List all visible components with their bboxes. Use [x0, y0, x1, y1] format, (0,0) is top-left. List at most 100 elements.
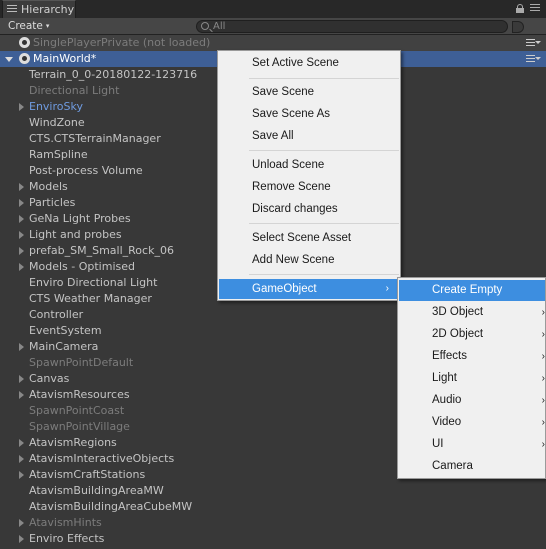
hierarchy-item-label: AtavismInteractiveObjects	[29, 452, 175, 465]
menu-item-save-scene[interactable]: Save Scene	[219, 82, 399, 102]
tab-hierarchy-label: Hierarchy	[21, 3, 75, 16]
tab-hierarchy[interactable]: Hierarchy	[2, 0, 76, 18]
menu-item-unload-scene[interactable]: Unload Scene	[219, 155, 399, 175]
menu-item-label: Discard changes	[252, 203, 338, 215]
scene-options-icon[interactable]	[526, 39, 541, 47]
foldout-arrow-icon[interactable]	[19, 439, 24, 447]
create-button-label: Create	[8, 20, 43, 32]
chevron-down-icon: ▾	[45, 22, 50, 30]
hierarchy-item-label: RamSpline	[29, 148, 88, 161]
menu-separator	[249, 223, 399, 224]
hierarchy-item-label: AtavismRegions	[29, 436, 117, 449]
submenu-item-label: UI	[432, 438, 444, 450]
foldout-arrow-icon[interactable]	[19, 183, 24, 191]
hierarchy-item[interactable]: AtavismHints	[0, 515, 546, 531]
foldout-arrow-icon[interactable]	[19, 471, 24, 479]
submenu-item-2d-object[interactable]: 2D Object ›	[399, 324, 545, 345]
submenu-item-label: Video	[432, 416, 462, 428]
foldout-arrow-icon[interactable]	[19, 375, 24, 383]
search-clear-button[interactable]	[512, 21, 524, 33]
hierarchy-item-label: AtavismBuildingAreaCubeMW	[29, 500, 193, 513]
hierarchy-tab-strip: Hierarchy	[0, 0, 546, 18]
foldout-arrow-icon[interactable]	[19, 343, 24, 351]
menu-item-gameobject[interactable]: GameObject ›	[219, 279, 399, 299]
menu-item-add-new-scene[interactable]: Add New Scene	[219, 250, 399, 270]
scene-options-icon[interactable]	[526, 55, 541, 63]
foldout-arrow-icon[interactable]	[5, 57, 13, 62]
menu-item-label: Save Scene	[252, 86, 315, 98]
menu-separator	[249, 150, 399, 151]
foldout-arrow-icon[interactable]	[19, 535, 24, 543]
hierarchy-item-label: Directional Light	[29, 84, 120, 97]
foldout-arrow-icon[interactable]	[19, 247, 24, 255]
hierarchy-item-label: Particles	[29, 196, 76, 209]
foldout-arrow-icon[interactable]	[19, 215, 24, 223]
create-dropdown-button[interactable]: Create ▾	[4, 19, 53, 33]
menu-item-remove-scene[interactable]: Remove Scene	[219, 177, 399, 197]
hierarchy-item[interactable]: AtavismBuildingAreaMW	[0, 483, 546, 499]
hierarchy-item-label: AtavismCraftStations	[29, 468, 146, 481]
submenu-item-light[interactable]: Light ›	[399, 368, 545, 389]
foldout-arrow-icon[interactable]	[19, 519, 24, 527]
hierarchy-item-label: CTS.CTSTerrainManager	[29, 132, 161, 145]
hierarchy-item-label: Enviro Effects	[29, 532, 105, 545]
hierarchy-item-label: SpawnPointCoast	[29, 404, 125, 417]
hierarchy-list-icon	[7, 5, 17, 14]
foldout-arrow-icon[interactable]	[19, 263, 24, 271]
menu-item-label: Add New Scene	[252, 254, 335, 266]
lock-icon[interactable]	[516, 4, 524, 13]
foldout-arrow-icon[interactable]	[19, 455, 24, 463]
hierarchy-item-label: prefab_SM_Small_Rock_06	[29, 244, 174, 257]
menu-item-select-scene-asset[interactable]: Select Scene Asset	[219, 228, 399, 248]
foldout-arrow-icon[interactable]	[19, 103, 24, 111]
hierarchy-item-label: CTS Weather Manager	[29, 292, 152, 305]
submenu-arrow-icon: ›	[541, 351, 545, 362]
hierarchy-item[interactable]: AtavismBuildingAreaCubeMW	[0, 499, 546, 515]
hierarchy-toolbar: Create ▾ All	[0, 18, 546, 35]
gameobject-submenu: Create Empty 3D Object › 2D Object › Effec…	[397, 277, 546, 479]
search-field[interactable]: All	[196, 20, 508, 33]
foldout-arrow-icon[interactable]	[19, 231, 24, 239]
submenu-item-label: 3D Object	[432, 306, 484, 318]
search-placeholder: All	[213, 21, 226, 32]
window-menu-icon[interactable]	[530, 4, 540, 14]
foldout-arrow-icon[interactable]	[19, 199, 24, 207]
menu-item-label: Unload Scene	[252, 159, 325, 171]
submenu-item-effects[interactable]: Effects ›	[399, 346, 545, 367]
submenu-item-label: Create Empty	[432, 284, 503, 296]
menu-item-label: Save All	[252, 130, 294, 142]
menu-item-save-all[interactable]: Save All	[219, 126, 399, 146]
submenu-item-ui[interactable]: UI ›	[399, 434, 545, 455]
scene-name: SinglePlayerPrivate (not loaded)	[33, 36, 211, 49]
menu-separator	[249, 274, 399, 275]
menu-item-save-scene-as[interactable]: Save Scene As	[219, 104, 399, 124]
foldout-arrow-icon[interactable]	[19, 391, 24, 399]
scene-name: MainWorld*	[33, 52, 97, 65]
hierarchy-item-label: EventSystem	[29, 324, 102, 337]
hierarchy-item-label: AtavismHints	[29, 516, 102, 529]
hierarchy-item-label: MainCamera	[29, 340, 99, 353]
hierarchy-item-label: SpawnPointDefault	[29, 356, 134, 369]
menu-item-label: Select Scene Asset	[252, 232, 352, 244]
unity-scene-icon	[19, 37, 30, 48]
hierarchy-item-label: Canvas	[29, 372, 70, 385]
menu-item-label: GameObject	[252, 283, 317, 295]
submenu-item-label: 2D Object	[432, 328, 484, 340]
submenu-item-audio[interactable]: Audio ›	[399, 390, 545, 411]
submenu-arrow-icon: ›	[541, 417, 545, 428]
submenu-item-video[interactable]: Video ›	[399, 412, 545, 433]
menu-item-set-active-scene[interactable]: Set Active Scene	[219, 53, 399, 73]
submenu-item-3d-object[interactable]: 3D Object ›	[399, 302, 545, 323]
submenu-item-create-empty[interactable]: Create Empty	[399, 280, 545, 301]
submenu-arrow-icon: ›	[541, 329, 545, 340]
hierarchy-item[interactable]: Enviro Effects	[0, 531, 546, 547]
hierarchy-item-label: SpawnPointVillage	[29, 420, 130, 433]
scene-row-singleplayerprivate[interactable]: SinglePlayerPrivate (not loaded)	[0, 35, 546, 51]
submenu-arrow-icon: ›	[385, 283, 389, 294]
hierarchy-item-label: WindZone	[29, 116, 85, 129]
hierarchy-item-label: AtavismBuildingAreaMW	[29, 484, 164, 497]
menu-item-label: Save Scene As	[252, 108, 330, 120]
hierarchy-item-label: EnviroSky	[29, 100, 83, 113]
menu-item-discard-changes[interactable]: Discard changes	[219, 199, 399, 219]
submenu-item-camera[interactable]: Camera	[399, 456, 545, 477]
